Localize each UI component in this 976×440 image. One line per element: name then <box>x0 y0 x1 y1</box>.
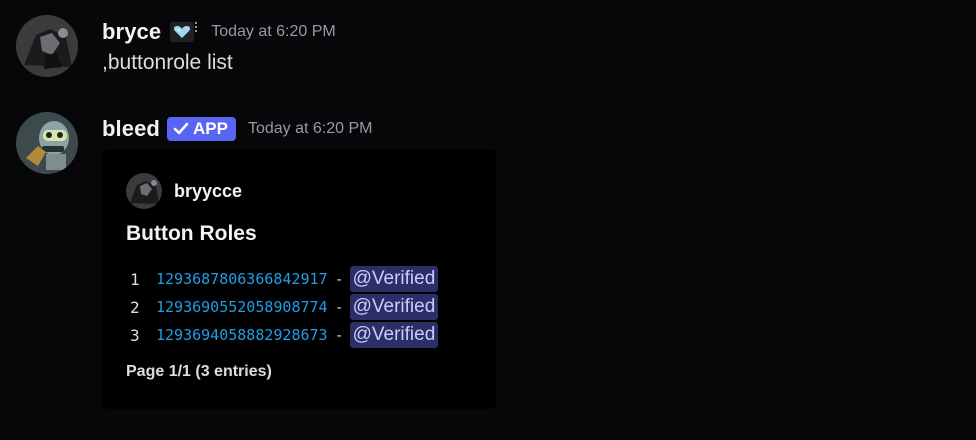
app-badge-label: APP <box>192 119 228 138</box>
role-list: 1 1293687806366842917 - @Verified 2 1293… <box>126 265 439 349</box>
bot-avatar-bleed[interactable] <box>16 112 78 174</box>
separator: - <box>336 270 342 288</box>
message-id[interactable]: 1293690552058908774 <box>156 298 328 316</box>
checkmark-icon <box>173 122 189 135</box>
role-mention[interactable]: @Verified <box>349 294 439 320</box>
user-avatar-bryce[interactable] <box>16 15 78 77</box>
embed-author-name: bryycce <box>174 180 243 201</box>
message-id[interactable]: 1293687806366842917 <box>156 270 328 288</box>
timestamp: Today at 6:20 PM <box>211 23 336 40</box>
list-item: 2 1293690552058908774 - @Verified <box>126 293 439 321</box>
message-header: bryce Today at 6:20 PM <box>102 18 336 46</box>
embed-author-avatar <box>126 173 162 209</box>
username[interactable]: bleed <box>102 116 160 142</box>
embed-title: Button Roles <box>126 222 257 245</box>
role-mention[interactable]: @Verified <box>349 322 439 348</box>
message-content: ,buttonrole list <box>102 51 233 74</box>
message-header: bleed APP Today at 6:20 PM <box>102 115 372 143</box>
username[interactable]: bryce <box>102 19 161 45</box>
embed-author: bryycce <box>126 173 242 209</box>
row-number: 2 <box>130 297 140 317</box>
timestamp: Today at 6:20 PM <box>247 120 373 137</box>
message-id[interactable]: 1293694058882928673 <box>156 326 328 344</box>
chat-log: bryce Today at 6:20 PM ,buttonrole list <box>0 0 976 440</box>
role-mention[interactable]: @Verified <box>349 266 439 292</box>
list-item: 3 1293694058882928673 - @Verified <box>126 321 439 349</box>
app-badge: APP <box>166 117 236 141</box>
embed: bryycce Button Roles 1 12936878063668429… <box>102 149 496 409</box>
embed-footer: Page 1/1 (3 entries) <box>126 363 272 380</box>
row-number: 1 <box>130 269 140 289</box>
row-number: 3 <box>130 325 140 345</box>
list-item: 1 1293687806366842917 - @Verified <box>126 265 439 293</box>
heart-crystal-icon[interactable] <box>169 20 199 44</box>
separator: - <box>336 326 342 344</box>
separator: - <box>336 298 342 316</box>
